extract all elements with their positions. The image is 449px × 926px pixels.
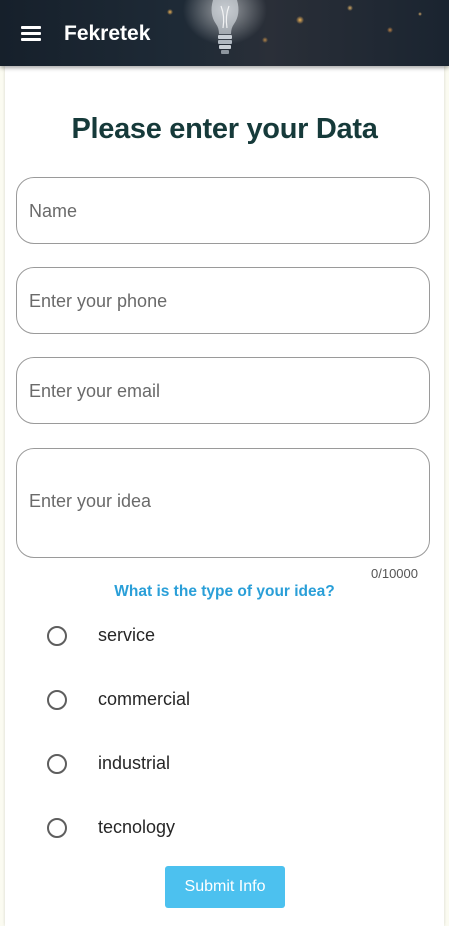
radio-unchecked-icon[interactable] — [47, 626, 67, 646]
idea-char-counter: 0/10000 — [371, 566, 418, 581]
idea-textarea[interactable] — [29, 491, 417, 551]
radio-option-tecnology[interactable]: tecnology — [40, 808, 300, 848]
app-title: Fekretek — [64, 22, 151, 45]
phone-field[interactable] — [16, 267, 430, 334]
email-input[interactable] — [29, 380, 417, 402]
menu-icon-bar — [21, 26, 41, 29]
app-bar: Fekretek — [0, 0, 449, 66]
radio-option-service[interactable]: service — [40, 616, 300, 656]
idea-field[interactable] — [16, 448, 430, 558]
radio-label: commercial — [98, 689, 191, 709]
radio-option-commercial[interactable]: commercial — [40, 680, 300, 720]
name-field[interactable] — [16, 177, 430, 244]
menu-icon-bar — [21, 32, 41, 35]
email-field[interactable] — [16, 357, 430, 424]
radio-option-industrial[interactable]: industrial — [40, 744, 300, 784]
radio-unchecked-icon[interactable] — [47, 754, 67, 774]
name-input[interactable] — [29, 200, 417, 222]
menu-icon[interactable] — [18, 22, 46, 46]
light-bulb-icon — [211, 0, 239, 54]
idea-type-question: What is the type of your idea? — [114, 583, 335, 600]
page-title: Please enter your Data — [71, 113, 378, 145]
radio-unchecked-icon[interactable] — [47, 818, 67, 838]
submit-button[interactable]: Submit Info — [165, 866, 285, 908]
phone-input[interactable] — [29, 290, 417, 312]
radio-unchecked-icon[interactable] — [47, 690, 67, 710]
menu-icon-bar — [21, 38, 41, 41]
radio-label: industrial — [98, 753, 171, 773]
radio-label: service — [98, 625, 156, 645]
radio-label: tecnology — [98, 817, 176, 837]
